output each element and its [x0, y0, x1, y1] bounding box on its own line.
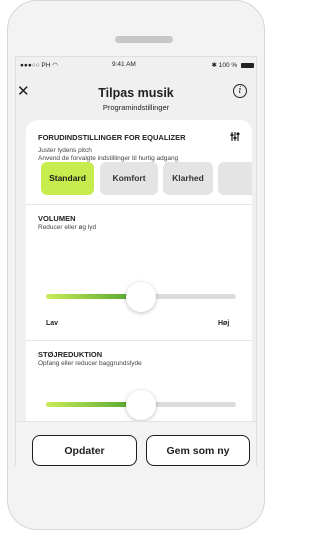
volume-description: Reducer eller øg lyd — [38, 224, 97, 231]
divider — [26, 340, 252, 341]
preset-komfort[interactable]: Komfort — [100, 162, 158, 195]
volume-title: VOLUMEN — [38, 214, 76, 223]
wifi-icon: ◠ — [52, 62, 58, 69]
noise-reduction-title: STØJREDUKTION — [38, 350, 103, 359]
preset-standard[interactable]: Standard — [41, 162, 94, 195]
volume-slider-thumb[interactable] — [126, 282, 156, 312]
equalizer-title: FORUDINDSTILLINGER FOR EQUALIZER — [38, 133, 186, 142]
carrier-signal: ●●●○○ PH ◠ — [20, 61, 58, 69]
settings-card: FORUDINDSTILLINGER FOR EQUALIZER Juster … — [26, 120, 252, 430]
volume-max-label: Høj — [218, 320, 230, 327]
noise-reduction-description: Opfang eller reducer baggrundslyde — [38, 360, 142, 367]
info-icon[interactable]: i — [233, 84, 247, 98]
preset-klarhed[interactable]: Klarhed — [163, 162, 213, 195]
volume-min-label: Lav — [46, 320, 59, 327]
page-subtitle: Programindstillinger — [102, 103, 170, 112]
status-bar: ●●●○○ PH ◠ 9:41 AM ✱ 100 % — [16, 57, 256, 71]
bluetooth-icon: ✱ — [211, 62, 217, 69]
phone-speaker — [115, 36, 173, 43]
status-right: ✱ 100 % — [211, 61, 254, 69]
noise-reduction-slider-thumb[interactable] — [126, 390, 156, 420]
update-button[interactable]: Opdater — [32, 435, 137, 466]
sliders-icon[interactable] — [230, 132, 240, 143]
preset-more[interactable] — [218, 162, 252, 195]
page-title: Tilpas musik — [98, 86, 174, 100]
save-as-new-button[interactable]: Gem som ny — [146, 435, 250, 466]
battery-text: 100 % — [218, 62, 238, 69]
battery-icon — [241, 62, 254, 68]
status-time: 9:41 AM — [112, 61, 136, 68]
divider — [26, 204, 252, 205]
carrier-label: ●●●○○ PH — [20, 62, 51, 69]
